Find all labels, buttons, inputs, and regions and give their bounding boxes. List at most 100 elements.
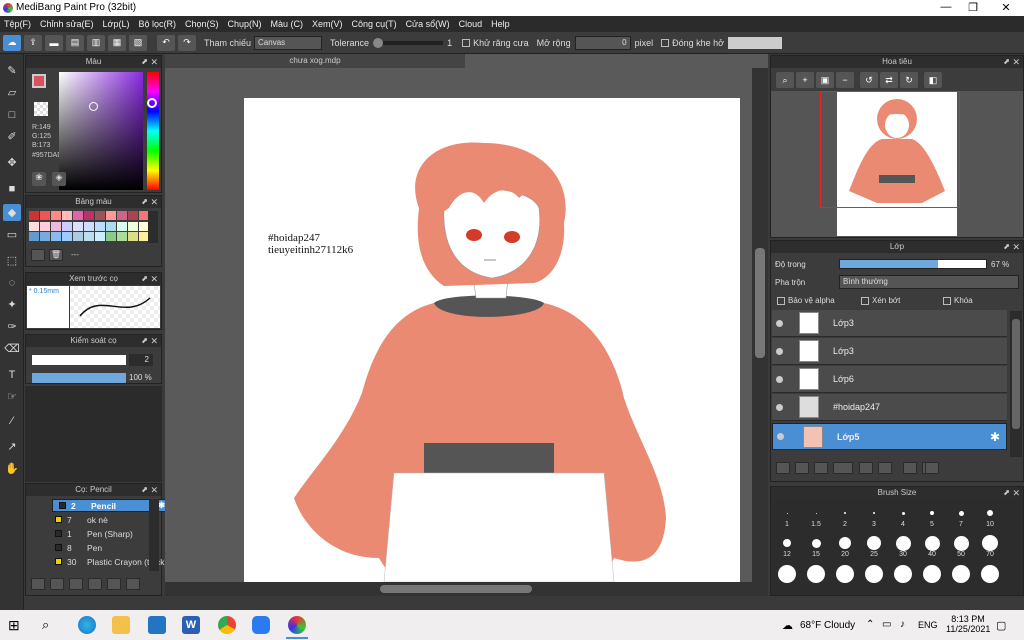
undock-icon[interactable]: ⬈ (141, 335, 148, 347)
operation-tool-icon[interactable]: ☞ (3, 388, 21, 405)
palette-swatch[interactable] (51, 232, 61, 242)
volume-icon[interactable]: ♪ (900, 619, 905, 630)
upload-icon[interactable]: ⇪ (24, 34, 42, 51)
close-gap-option[interactable]: Đóng khe hở (661, 38, 724, 48)
zoom-in-icon[interactable]: + (796, 72, 814, 88)
expand-input[interactable]: 0 (574, 35, 631, 50)
blend-mode-select[interactable]: Bình thường (839, 275, 1019, 289)
brush-size-option[interactable]: 2 (831, 505, 859, 528)
chrome-icon[interactable] (218, 616, 236, 634)
brush-size-option[interactable]: 7 (947, 505, 975, 528)
brush-size-grid[interactable]: 1 1.5 2 3 4 5 7 10 12 15 20 25 30 40 50 70 (771, 499, 1011, 595)
text-tool-icon[interactable]: T (3, 366, 21, 383)
brush-size-dot[interactable] (865, 565, 883, 583)
divide-tool-icon[interactable]: ↗ (3, 438, 21, 455)
menu-edit[interactable]: Chỉnh sửa(E) (40, 19, 94, 29)
zalo-icon[interactable] (252, 616, 270, 634)
brush-window-icon[interactable] (126, 578, 140, 590)
brush-size-option[interactable]: 12 (773, 535, 801, 558)
menu-tools[interactable]: Công cụ(T) (352, 19, 397, 29)
menu-filter[interactable]: Bộ lọc(R) (138, 19, 176, 29)
layout-icon[interactable]: ▧ (129, 34, 147, 51)
brush-size-option[interactable]: 10 (976, 505, 1004, 528)
minimize-button[interactable]: — (936, 1, 956, 13)
undock-icon[interactable]: ⬈ (1003, 487, 1010, 499)
rotate-right-icon[interactable]: ↻ (900, 72, 918, 88)
eye-icon[interactable] (776, 347, 783, 355)
layer-row[interactable]: #hoidap247 (772, 394, 1007, 421)
brush-size-option[interactable]: 20 (831, 535, 859, 558)
palette-swatch[interactable] (95, 211, 105, 220)
grid-icon[interactable]: ▦ (108, 34, 126, 51)
hand-tool-icon[interactable]: ✋ (3, 460, 21, 477)
brush-size-dot[interactable] (836, 565, 854, 583)
windows-start-icon[interactable]: ⊞ (8, 616, 26, 634)
close-icon[interactable]: ✕ (1012, 56, 1020, 68)
layer-scrollbar[interactable] (1010, 311, 1022, 457)
brush-copy-icon[interactable] (50, 578, 64, 590)
layer-row[interactable]: Lớp6 (772, 366, 1007, 393)
close-button[interactable]: ✕ (996, 1, 1016, 14)
rotate-left-icon[interactable]: ↺ (860, 72, 878, 88)
brush-size-dot[interactable] (807, 565, 825, 583)
palette-swatch[interactable] (117, 211, 127, 220)
hue-handle[interactable] (147, 98, 157, 108)
brush-size-option[interactable]: 15 (802, 535, 830, 558)
search-icon[interactable]: ⌕ (42, 616, 60, 634)
eyedropper-tool-icon[interactable]: ⁄ (3, 412, 21, 429)
network-icon[interactable]: ▭ (882, 619, 891, 630)
vertical-scroll-thumb[interactable] (755, 248, 765, 358)
brush-size-dot[interactable] (894, 565, 912, 583)
brush-size-option[interactable]: 1.5 (802, 505, 830, 528)
eye-icon[interactable] (776, 375, 783, 383)
flip-icon[interactable]: ⇄ (880, 72, 898, 88)
palette-swatch[interactable] (73, 232, 83, 242)
palette-swatch[interactable] (106, 221, 116, 231)
brush-size-option[interactable]: 40 (918, 535, 946, 558)
palette-swatch[interactable] (128, 232, 138, 242)
document-icon[interactable]: ▤ (66, 34, 84, 51)
select-pen-icon[interactable]: ✑ (3, 318, 21, 335)
move-tool-icon[interactable]: ✥ (3, 154, 21, 171)
cloud-icon[interactable]: ☁ (3, 34, 21, 51)
palette-swatch[interactable] (106, 211, 116, 220)
layer-row[interactable]: Lớp3 (772, 338, 1007, 365)
zoom-fit-icon[interactable]: ⌕ (776, 72, 794, 88)
rectangle-tool-icon[interactable]: □ (3, 106, 21, 123)
magic-wand-icon[interactable]: ✦ (3, 296, 21, 313)
palette-swatch[interactable] (62, 221, 72, 231)
close-icon[interactable]: ✕ (150, 273, 158, 285)
palette-swatch[interactable] (51, 211, 61, 220)
zoom-out-icon[interactable]: − (836, 72, 854, 88)
palette-swatch[interactable] (73, 211, 83, 220)
close-icon[interactable]: ✕ (150, 56, 158, 68)
delete-palette-icon[interactable]: 🗑 (49, 249, 63, 261)
fill-rect-tool-icon[interactable]: ■ (3, 180, 21, 197)
gap-slider[interactable] (728, 36, 783, 49)
lasso-tool-icon[interactable]: ◌ (3, 274, 21, 291)
vertical-scrollbar[interactable] (752, 68, 768, 596)
palette-swatch[interactable] (106, 232, 116, 242)
edge-icon[interactable] (78, 616, 96, 634)
delete-layer-icon[interactable] (925, 462, 939, 474)
palette-swatch[interactable] (62, 211, 72, 220)
close-icon[interactable]: ✕ (150, 335, 158, 347)
clip-option[interactable]: Xén bớt (861, 296, 900, 305)
menu-layer[interactable]: Lớp(L) (103, 19, 130, 29)
close-icon[interactable]: ✕ (150, 196, 158, 208)
palette-swatch[interactable] (84, 221, 94, 231)
duplicate-layer-icon[interactable] (878, 462, 892, 474)
checkbox-icon[interactable] (943, 296, 951, 305)
menu-file[interactable]: Tệp(F) (4, 19, 31, 29)
close-icon[interactable]: ✕ (1012, 487, 1020, 499)
brush-size-dot[interactable] (952, 565, 970, 583)
file-explorer-icon[interactable] (112, 616, 130, 634)
slider-handle[interactable] (373, 37, 384, 48)
layer-row[interactable]: Lớp3 (772, 310, 1007, 337)
maximize-button[interactable]: ❐ (963, 1, 983, 14)
brush-tool-icon[interactable]: ✎ (3, 62, 21, 79)
palette-swatch[interactable] (40, 211, 50, 220)
chevron-up-icon[interactable]: ⌃ (866, 619, 874, 630)
actual-size-icon[interactable]: ▣ (816, 72, 834, 88)
undock-icon[interactable]: ⬈ (141, 484, 148, 496)
